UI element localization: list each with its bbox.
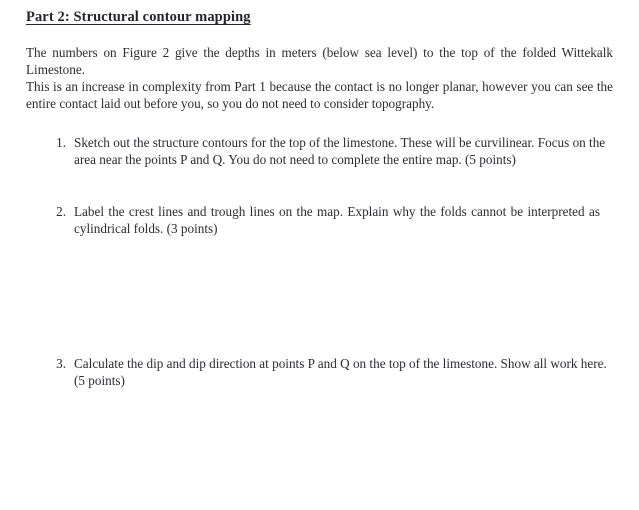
list-item-marker: 2.	[56, 204, 66, 219]
answer-space-blank	[74, 242, 600, 347]
list-item-text: Calculate the dip and dip direction at p…	[74, 356, 607, 388]
list-item: 3. Calculate the dip and dip direction a…	[44, 355, 613, 389]
list-item-marker: 3.	[56, 356, 66, 371]
list-item-text: Label the crest lines and trough lines o…	[74, 204, 600, 236]
document-page: Part 2: Structural contour mapping The n…	[0, 0, 639, 510]
list-item: 1. Sketch out the structure contours for…	[44, 134, 613, 168]
question-list: 1. Sketch out the structure contours for…	[0, 0, 639, 510]
list-item-marker: 1.	[56, 135, 66, 150]
list-item: 2. Label the crest lines and trough line…	[44, 203, 600, 237]
list-item-text: Sketch out the structure contours for th…	[74, 135, 606, 167]
